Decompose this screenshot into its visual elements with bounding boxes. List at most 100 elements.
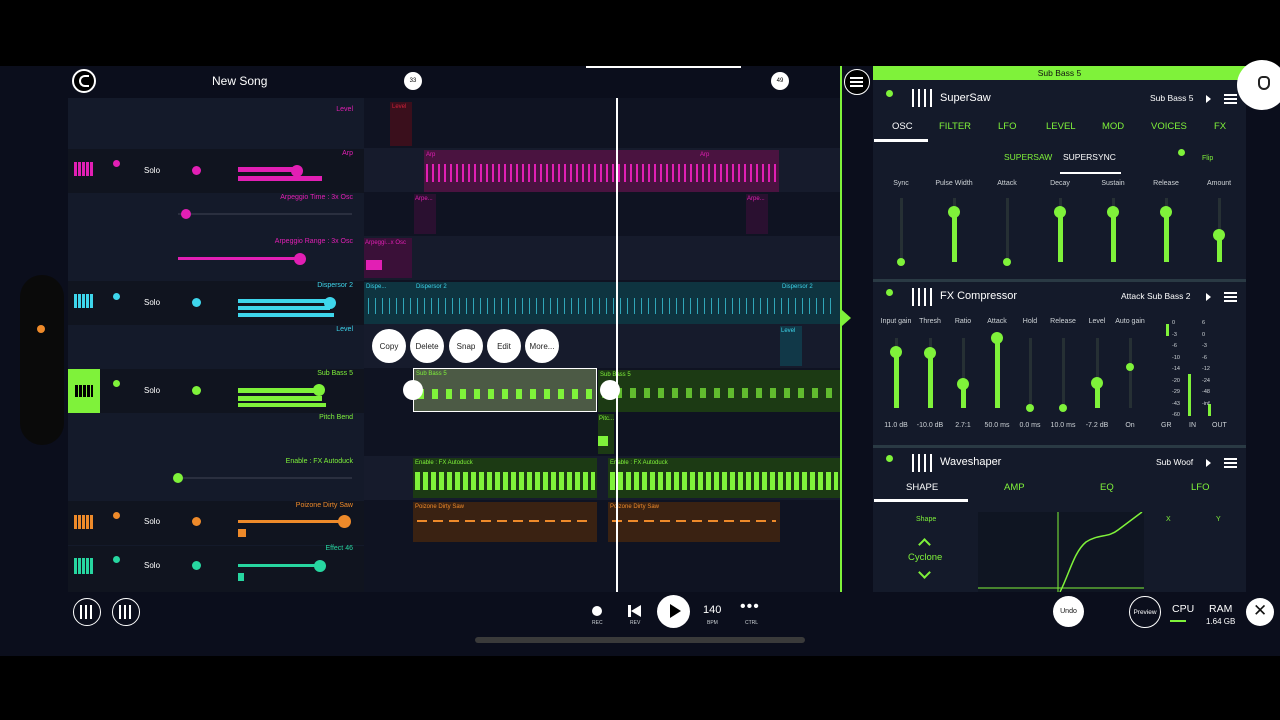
supersaw-preset[interactable]: Sub Bass 5 [1150,93,1193,103]
effect46-knob[interactable] [314,560,326,572]
clip-arpe[interactable]: Arpe... [746,194,768,234]
supersaw-param-knob[interactable] [1107,206,1119,219]
record-button[interactable] [592,606,602,616]
poizone-knob[interactable] [338,515,351,528]
timeline-marker-49[interactable]: 49 [771,72,789,90]
menu-button[interactable] [844,69,870,95]
tab-amp[interactable]: AMP [1004,482,1025,493]
clip-dispersor[interactable]: Dispe... Dispersor 2 Dispersor 2 [364,282,840,324]
tab-voices[interactable]: VOICES [1151,121,1187,132]
plugin-power-dot[interactable] [886,289,893,296]
equalizer-icon[interactable] [74,558,94,574]
tab-filter[interactable]: FILTER [939,121,971,132]
compressor-param-knob[interactable] [890,346,902,358]
tab-mod[interactable]: MOD [1102,121,1124,132]
clip-level-dispersor[interactable]: Level [780,326,802,366]
timeline-marker-33[interactable]: 33 [404,72,422,90]
solo-button[interactable]: Solo [144,166,160,175]
rewind-triangle[interactable] [631,605,641,617]
supersaw-param-track[interactable] [1006,198,1009,262]
solo-button[interactable]: Solo [144,298,160,307]
autoduck-knob[interactable] [173,473,183,483]
track-color-dot[interactable] [113,556,120,563]
clip-poizone[interactable]: Poizone Dirty Saw [608,502,780,542]
supersaw-param-knob[interactable] [1003,258,1011,266]
plugin-menu-icon[interactable] [1224,94,1237,104]
track-header-arp[interactable] [68,149,364,193]
clip-arpeggio[interactable]: Arpeggi...x Osc [364,238,412,278]
arp-range-slider[interactable] [178,257,300,260]
home-indicator[interactable] [475,637,805,643]
compressor-param-track[interactable] [1129,338,1132,408]
supersaw-param-knob[interactable] [1160,206,1172,219]
clip-arp[interactable]: Arp Arp [424,150,779,192]
close-button[interactable]: ✕ [1246,598,1274,626]
plugin-picker-button[interactable] [112,598,140,626]
plugin-mixer-icon[interactable] [912,89,932,107]
compressor-param-knob[interactable] [1091,376,1103,389]
bpm-value[interactable]: 140 [703,604,721,616]
snap-button[interactable]: Snap [449,329,483,363]
plugin-power-dot[interactable] [886,90,893,97]
solo-button[interactable]: Solo [144,561,160,570]
clip-subbass[interactable]: Sub Bass 5 [598,370,840,412]
play-button[interactable] [657,595,690,628]
tab-lfo-ws[interactable]: LFO [1191,482,1209,493]
compressor-param-track[interactable] [1029,338,1032,408]
supersaw-param-knob[interactable] [1054,206,1066,219]
subtab-supersync[interactable]: SUPERSYNC [1063,152,1116,162]
volume-knob[interactable] [192,561,201,570]
compressor-param-knob[interactable] [1059,404,1067,412]
autoduck-slider[interactable] [178,477,352,479]
volume-knob[interactable] [192,298,201,307]
waveshaper-preset[interactable]: Sub Woof [1156,457,1193,467]
track-color-dot[interactable] [113,293,120,300]
piano-icon[interactable] [74,294,94,308]
mixer-button[interactable] [73,598,101,626]
plugin-menu-icon[interactable] [1224,458,1237,468]
track-color-dot[interactable] [113,380,120,387]
logo-icon[interactable] [72,69,96,93]
volume-knob[interactable] [192,386,201,395]
clip-poizone[interactable]: Poizone Dirty Saw [413,502,597,542]
tab-osc[interactable]: OSC [892,121,913,132]
tab-level[interactable]: LEVEL [1046,121,1076,132]
clip-level[interactable]: Level [390,102,412,146]
supersaw-param-track[interactable] [900,198,903,262]
solo-button[interactable]: Solo [144,517,160,526]
plugin-power-dot[interactable] [886,455,893,462]
panel-collapse-arrow[interactable] [842,310,851,326]
undo-button[interactable]: Undo [1053,596,1084,627]
compressor-param-knob[interactable] [1026,404,1034,412]
clip-pitch[interactable]: Pitc... [598,414,614,454]
preset-next-icon[interactable] [1206,293,1211,301]
arp-meter-knob[interactable] [291,165,303,177]
clip-arpe[interactable]: Arpe... [414,194,436,234]
copy-button[interactable]: Copy [372,329,406,363]
piano-icon[interactable] [74,162,94,176]
tab-fx[interactable]: FX [1214,121,1226,132]
dispersor-knob[interactable] [324,297,336,309]
plugin-mixer-icon[interactable] [912,454,932,472]
tab-shape[interactable]: SHAPE [906,482,938,493]
compressor-param-knob[interactable] [957,377,969,390]
clip-subbass-selected[interactable]: Sub Bass 5 [413,368,597,412]
tab-eq[interactable]: EQ [1100,482,1114,493]
track-color-dot[interactable] [113,160,120,167]
waveshaper-curve[interactable] [978,512,1144,592]
arp-range-knob[interactable] [294,253,306,265]
solo-button[interactable]: Solo [144,386,160,395]
song-title[interactable]: New Song [212,74,267,88]
panel-divider[interactable] [840,66,842,592]
arp-time-knob[interactable] [181,209,191,219]
clip-autoduck[interactable]: Enable : FX Autoduck [413,458,597,498]
plugin-mixer-icon[interactable] [912,288,932,306]
flip-toggle-dot[interactable] [1178,149,1185,156]
supersaw-param-knob[interactable] [897,258,905,266]
supersaw-param-knob[interactable] [1213,229,1225,242]
edit-button[interactable]: Edit [487,329,521,363]
track-color-dot[interactable] [113,512,120,519]
more-button[interactable]: More... [525,329,559,363]
arp-time-slider[interactable] [178,213,352,215]
plugin-menu-icon[interactable] [1224,292,1237,302]
